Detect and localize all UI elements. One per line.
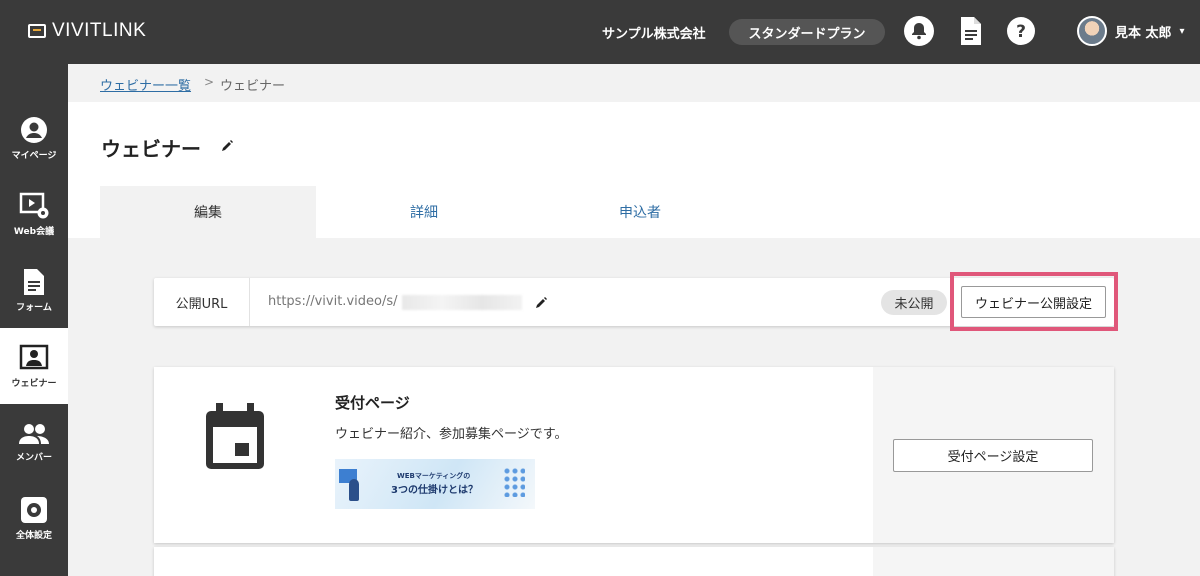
sidebar-item-members[interactable]: メンバー (0, 404, 68, 480)
page-header: ウェビナー 編集 詳細 申込者 (68, 102, 1200, 238)
next-card-side-panel (873, 547, 1114, 576)
breadcrumb-webinar-list-link[interactable]: ウェビナー一覧 (100, 75, 191, 94)
sidebar: マイページ Web会議 フォーム ウェビナー メンバー 全体設定 (0, 64, 68, 576)
pencil-icon[interactable] (220, 138, 234, 157)
reception-banner-image: WEBマーケティングの 3つの仕掛けとは？ (335, 459, 535, 509)
help-icon[interactable]: ? (1005, 15, 1037, 47)
members-icon (19, 423, 49, 444)
plan-badge[interactable]: スタンダードプラン (729, 19, 885, 45)
sidebar-item-label: Web会議 (13, 226, 55, 237)
video-settings-icon (19, 192, 49, 218)
user-name: 見本 太郎 (1115, 25, 1172, 41)
sidebar-item-label: フォーム (16, 302, 52, 313)
bell-icon[interactable] (903, 15, 935, 47)
logo-mark-icon (28, 24, 46, 38)
calendar-icon (204, 403, 266, 475)
sidebar-item-mypage[interactable]: マイページ (0, 100, 68, 176)
banner-dots-graphic (503, 467, 525, 497)
sidebar-item-label: マイページ (11, 150, 57, 161)
page-title: ウェビナー (101, 137, 201, 161)
company-name: サンプル株式会社 (602, 27, 706, 42)
account-circle-icon (21, 116, 47, 143)
breadcrumb-separator: > (204, 75, 215, 89)
breadcrumb: ウェビナー一覧 > ウェビナー (68, 64, 1200, 102)
banner-text-line2: 3つの仕掛けとは？ (391, 485, 478, 496)
sidebar-item-label: メンバー (15, 452, 52, 463)
document-icon[interactable] (955, 15, 987, 47)
sidebar-item-web-meeting[interactable]: Web会議 (0, 176, 68, 252)
sidebar-item-settings[interactable]: 全体設定 (0, 480, 68, 556)
logo-text: VIVITLINK (52, 20, 147, 41)
tab-applicants[interactable]: 申込者 (532, 186, 748, 238)
breadcrumb-current: ウェビナー (220, 79, 286, 94)
sidebar-item-label: ウェビナー (11, 378, 57, 389)
webinar-icon (19, 344, 49, 369)
url-redaction (402, 295, 522, 310)
vivitlink-logo[interactable]: VIVITLINK (28, 20, 146, 42)
sidebar-item-form[interactable]: フォーム (0, 252, 68, 328)
reception-description: ウェビナー紹介、参加募集ページです。 (335, 427, 568, 442)
reception-title: 受付ページ (335, 394, 410, 412)
tab-details[interactable]: 詳細 (316, 186, 532, 238)
banner-text-line1: WEBマーケティングの (397, 472, 471, 480)
public-url-label: 公開URL (154, 278, 250, 326)
top-bar: VIVITLINK サンプル株式会社 スタンダードプラン ? 見本 太郎 ▾ (0, 0, 1200, 64)
banner-person-graphic (349, 479, 359, 501)
pencil-icon[interactable] (534, 295, 548, 314)
sidebar-item-webinar[interactable]: ウェビナー (0, 328, 68, 404)
avatar (1077, 16, 1107, 46)
webinar-publish-settings-button[interactable]: ウェビナー公開設定 (961, 286, 1106, 318)
public-url-value: https://vivit.video/s/ (268, 294, 398, 309)
tab-edit[interactable]: 編集 (100, 186, 316, 238)
reception-page-settings-button[interactable]: 受付ページ設定 (893, 439, 1093, 472)
next-card (154, 547, 1114, 576)
status-badge: 未公開 (881, 290, 947, 315)
svg-text:?: ? (1016, 22, 1026, 42)
sidebar-item-label: 全体設定 (15, 530, 52, 541)
form-document-icon (24, 268, 44, 295)
settings-icon (21, 496, 47, 523)
chevron-down-icon: ▾ (1179, 25, 1185, 37)
user-menu[interactable]: 見本 太郎 ▾ (1077, 16, 1185, 46)
